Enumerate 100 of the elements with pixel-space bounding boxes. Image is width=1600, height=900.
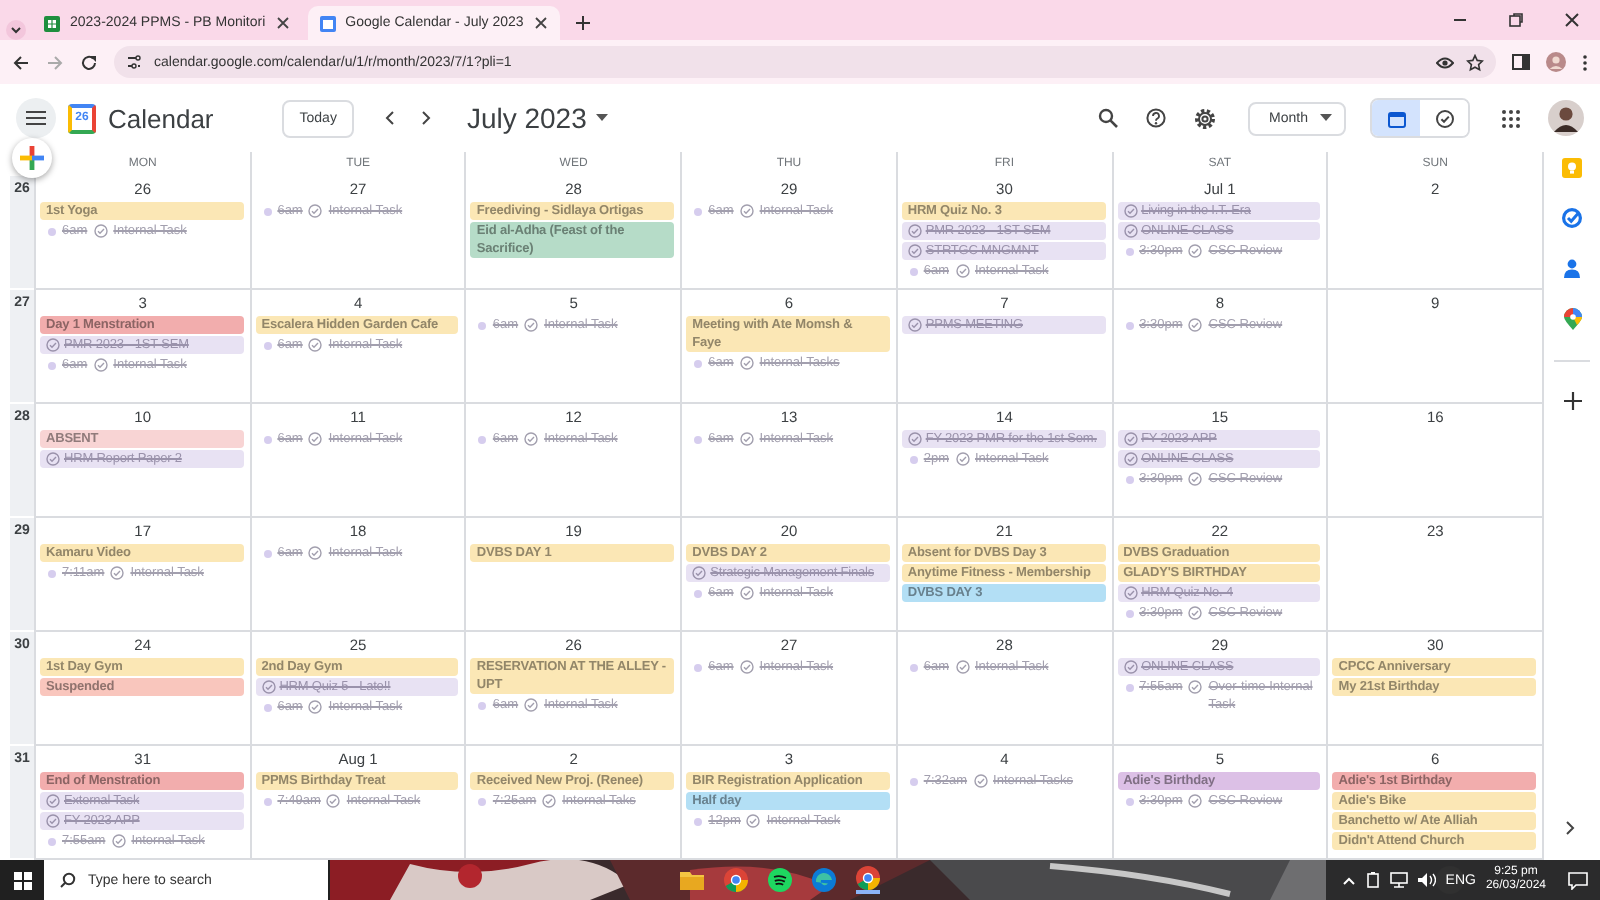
check-circle-icon — [524, 698, 539, 712]
close-icon[interactable] — [533, 16, 548, 30]
dot-icon — [694, 590, 703, 598]
windows-icon[interactable] — [13, 871, 31, 889]
check-circle-icon — [1123, 204, 1138, 218]
caret-up-icon[interactable] — [1341, 875, 1356, 885]
check-circle-icon — [524, 318, 539, 332]
check-circle-icon — [955, 264, 969, 278]
dot-icon — [1125, 322, 1134, 330]
dot-icon — [478, 798, 487, 806]
check-circle-icon — [308, 204, 323, 218]
side-panel-icon[interactable] — [1512, 54, 1530, 70]
calendar-icon — [319, 15, 336, 31]
dot-icon — [694, 436, 703, 444]
dot-icon — [48, 570, 56, 578]
check-circle-icon — [46, 794, 60, 808]
check-circle-icon — [907, 224, 922, 238]
dot-icon — [478, 702, 487, 710]
caret-icon — [1320, 114, 1332, 122]
dot-icon — [48, 362, 56, 370]
search-icon[interactable] — [1097, 108, 1118, 128]
tab-list-icon[interactable] — [6, 20, 26, 40]
check-circle-icon — [46, 452, 60, 466]
month-title[interactable]: July 2023 — [466, 102, 587, 134]
check-circle-icon — [308, 338, 323, 352]
dot-icon — [48, 228, 56, 236]
check-circle-icon — [907, 432, 922, 446]
check-circle-icon — [739, 432, 754, 446]
back-icon[interactable] — [12, 53, 30, 71]
check-circle-icon — [1123, 452, 1138, 466]
search-icon — [60, 872, 76, 888]
settings-icon[interactable] — [1193, 107, 1216, 129]
site-info-icon[interactable] — [126, 54, 142, 70]
check-circle-icon — [326, 794, 341, 808]
spreadsheet-icon — [44, 15, 60, 31]
check-circle-icon — [739, 586, 754, 600]
calendar-icon — [1387, 109, 1405, 127]
chrome-icon[interactable] — [856, 866, 880, 894]
spotify-icon[interactable] — [768, 868, 792, 892]
apps-icon[interactable] — [1502, 109, 1520, 127]
dot-icon — [263, 342, 272, 350]
maps-icon[interactable] — [1563, 308, 1581, 330]
expand-icon[interactable] — [1564, 820, 1576, 836]
add-icon[interactable] — [1563, 392, 1581, 410]
check-circle-icon — [93, 224, 108, 238]
caret-icon[interactable] — [596, 114, 609, 122]
more-icon[interactable] — [1582, 53, 1588, 71]
dot-icon — [263, 798, 272, 806]
check-circle-icon — [1188, 244, 1203, 258]
check-circle-icon — [93, 358, 108, 372]
dot-icon — [478, 322, 487, 330]
check-circle-icon — [261, 680, 276, 694]
restore-icon[interactable] — [1508, 12, 1524, 28]
check-circle-icon — [308, 432, 323, 446]
dot-icon — [694, 818, 703, 826]
notifications-icon[interactable] — [1568, 871, 1588, 889]
dot-icon — [263, 208, 272, 216]
app-title: Calendar — [108, 103, 214, 133]
check-circle-icon — [1188, 794, 1203, 808]
new-tab-icon[interactable] — [573, 14, 592, 32]
dot-icon — [1125, 684, 1134, 692]
check-circle-icon — [907, 318, 922, 332]
check-circle-icon — [746, 814, 761, 828]
dot-icon — [1125, 610, 1134, 618]
battery-icon[interactable] — [1365, 872, 1380, 888]
dot-icon — [909, 456, 918, 464]
star-icon[interactable] — [1466, 53, 1484, 71]
dot-icon — [909, 268, 918, 276]
check-circle-icon — [524, 432, 539, 446]
view-toggle[interactable] — [1372, 100, 1420, 136]
check-circle-icon — [1123, 432, 1138, 446]
chrome-icon[interactable] — [724, 868, 748, 892]
check-circle-icon — [739, 204, 754, 218]
check-circle-icon — [1188, 318, 1203, 332]
check-circle-icon — [973, 774, 988, 788]
next-icon[interactable] — [418, 110, 435, 126]
dot-icon — [48, 838, 56, 846]
check-circle-icon — [46, 814, 60, 828]
menu-icon — [26, 110, 46, 126]
previous-icon[interactable] — [382, 110, 399, 126]
close-icon[interactable] — [275, 16, 290, 30]
edge-icon[interactable] — [812, 868, 836, 892]
close-icon[interactable] — [1564, 12, 1580, 28]
check-circle-icon — [1435, 109, 1453, 127]
tasks-icon[interactable] — [1562, 208, 1582, 228]
check-circle-icon — [1188, 472, 1203, 486]
dot-icon — [694, 208, 703, 216]
eye-icon[interactable] — [1436, 55, 1454, 69]
profile-icon[interactable] — [1546, 52, 1566, 72]
help-icon[interactable] — [1145, 108, 1166, 128]
dot-icon — [1125, 798, 1134, 806]
check-circle-icon — [739, 660, 754, 674]
dot-icon — [909, 664, 918, 672]
contacts-icon[interactable] — [1562, 258, 1582, 278]
check-circle-icon — [1188, 606, 1203, 620]
avatar-icon[interactable] — [1548, 100, 1584, 136]
check-circle-icon — [111, 834, 126, 848]
volume-icon[interactable] — [1417, 872, 1436, 888]
reload-icon[interactable] — [80, 53, 98, 71]
menu-button[interactable] — [16, 98, 56, 138]
